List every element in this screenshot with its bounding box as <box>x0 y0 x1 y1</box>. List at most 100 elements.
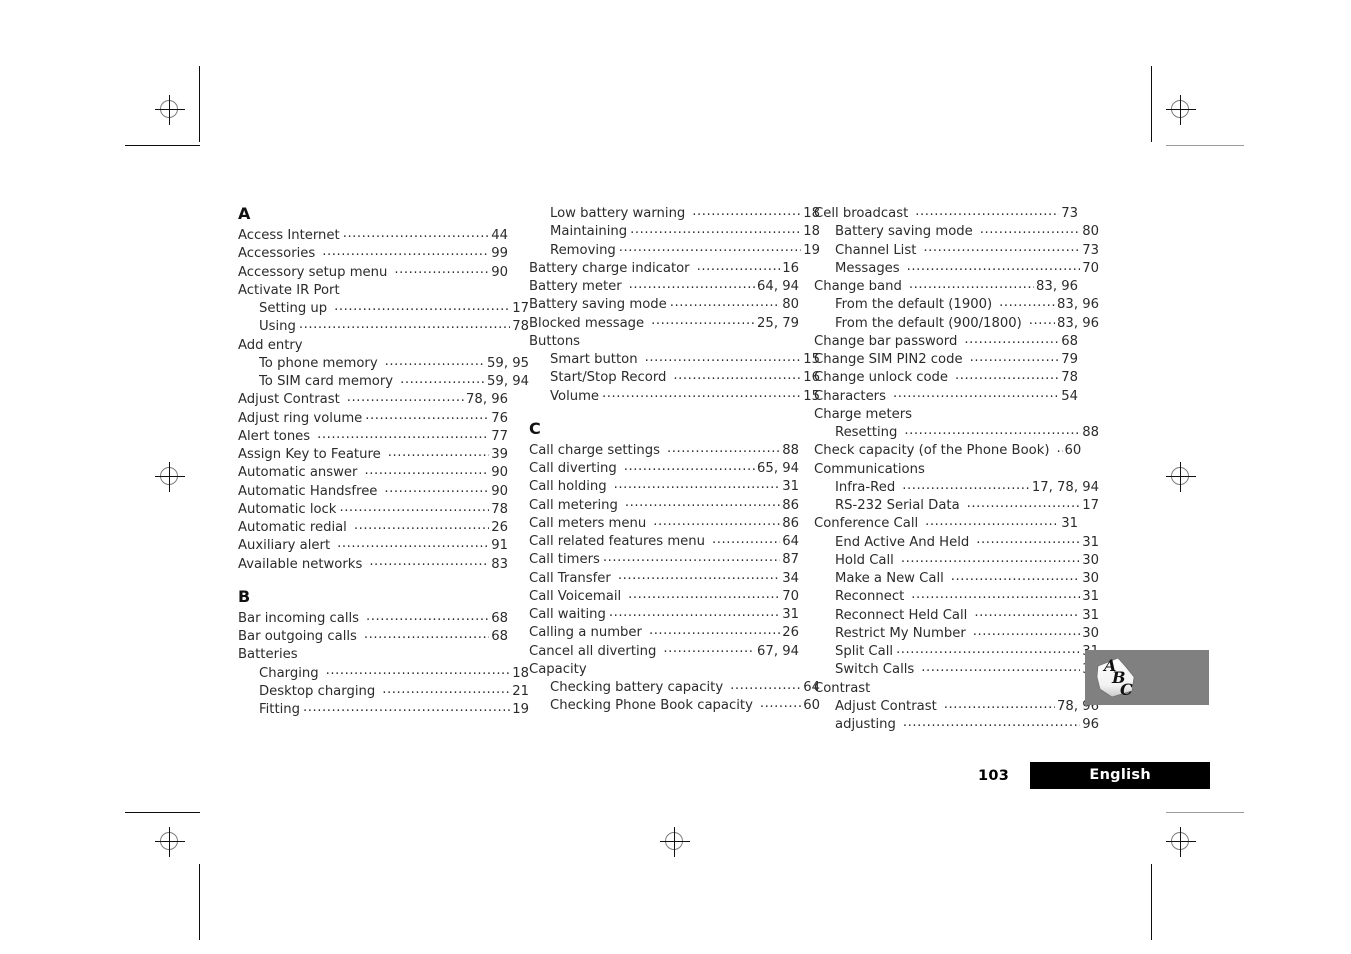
index-entry[interactable]: Battery saving mode 80 <box>814 223 1099 241</box>
index-entry[interactable]: Characters 54 <box>814 388 1078 406</box>
dot-leader <box>667 444 780 454</box>
index-entry[interactable]: Call metering 86 <box>529 497 799 515</box>
index-entry[interactable]: Resetting 88 <box>814 424 1099 442</box>
index-entry[interactable]: Maintaining18 <box>529 223 820 241</box>
index-entry[interactable]: Battery charge indicator 16 <box>529 260 799 278</box>
index-entry[interactable]: From the default (900/1800) 83, 96 <box>814 315 1099 333</box>
dot-leader <box>911 590 1080 600</box>
index-entry[interactable]: Call Voicemail 70 <box>529 588 799 606</box>
index-entry[interactable]: Start/Stop Record16 <box>529 369 820 387</box>
index-entry[interactable]: Communications <box>814 461 1078 479</box>
index-entry[interactable]: Blocked message 25, 79 <box>529 315 799 333</box>
index-entry-pages: 90 <box>491 465 508 481</box>
index-entry[interactable]: Adjust Contrast78, 96 <box>814 698 1099 716</box>
index-entry[interactable]: Automatic redial 26 <box>238 519 508 537</box>
index-entry[interactable]: Setting up 17 <box>238 300 529 318</box>
index-entry[interactable]: Messages 70 <box>814 260 1099 278</box>
index-entry[interactable]: Checking battery capacity64 <box>529 679 820 697</box>
index-entry[interactable]: Calling a number 26 <box>529 624 799 642</box>
index-entry[interactable]: Call Transfer 34 <box>529 570 799 588</box>
index-entry[interactable]: End Active And Held 31 <box>814 534 1099 552</box>
index-entry[interactable]: Hold Call 30 <box>814 552 1099 570</box>
dot-leader <box>619 244 801 254</box>
index-entry[interactable]: Bar incoming calls 68 <box>238 610 508 628</box>
index-entry[interactable]: Add entry <box>238 337 508 355</box>
index-entry[interactable]: Change bar password 68 <box>814 333 1078 351</box>
dot-leader <box>326 667 511 677</box>
index-entry[interactable]: Alert tones 77 <box>238 428 508 446</box>
index-entry[interactable]: Desktop charging 21 <box>238 683 529 701</box>
index-entry-label: Adjust Contrast <box>238 392 340 408</box>
index-entry[interactable]: Auxiliary alert 91 <box>238 537 508 555</box>
index-entry[interactable]: Change unlock code 78 <box>814 369 1078 387</box>
index-entry[interactable]: Bar outgoing calls 68 <box>238 628 508 646</box>
index-entry[interactable]: Reconnect Held Call 31 <box>814 607 1099 625</box>
index-entry[interactable]: Change SIM PIN2 code 79 <box>814 351 1078 369</box>
index-entry-label: Desktop charging <box>259 683 376 699</box>
index-entry[interactable]: Fitting 19 <box>238 701 529 719</box>
index-entry[interactable]: Buttons <box>529 333 799 351</box>
index-entry[interactable]: Reconnect 31 <box>814 588 1099 606</box>
index-entry[interactable]: Charging 18 <box>238 665 529 683</box>
index-entry[interactable]: Make a New Call 30 <box>814 570 1099 588</box>
index-entry[interactable]: Cancel all diverting 67, 94 <box>529 643 799 661</box>
index-entry[interactable]: Access Internet 44 <box>238 227 508 245</box>
index-entry[interactable]: Checking Phone Book capacity60 <box>529 697 820 715</box>
index-entry[interactable]: adjusting 96 <box>814 716 1099 734</box>
page-footer: 103 English <box>978 762 1211 789</box>
index-entry[interactable]: Check capacity (of the Phone Book) 60 <box>814 442 1081 460</box>
index-entry[interactable]: Infra-Red 17, 78, 94 <box>814 479 1099 497</box>
index-entry[interactable]: Using 78 <box>238 318 529 336</box>
index-entry[interactable]: Accessories 99 <box>238 245 508 263</box>
index-entry[interactable]: Charge meters <box>814 406 1078 424</box>
index-entry[interactable]: Capacity <box>529 661 799 679</box>
index-entry[interactable]: Channel List 73 <box>814 242 1099 260</box>
dot-leader <box>955 371 1059 381</box>
index-entry[interactable]: Automatic answer 90 <box>238 464 508 482</box>
index-entry[interactable]: RS-232 Serial Data 17 <box>814 497 1099 515</box>
index-entry[interactable]: Split Call31 <box>814 643 1099 661</box>
index-entry[interactable]: Automatic lock 78 <box>238 501 508 519</box>
index-entry[interactable]: Call waiting 31 <box>529 606 799 624</box>
index-entry[interactable]: Switch Calls31 <box>814 661 1099 679</box>
index-entry[interactable]: Volume15 <box>529 388 820 406</box>
index-entry[interactable]: From the default (1900) 83, 96 <box>814 296 1099 314</box>
index-entry[interactable]: Activate IR Port <box>238 282 508 300</box>
index-entry[interactable]: Smart button15 <box>529 351 820 369</box>
index-entry[interactable]: Conference Call 31 <box>814 515 1078 533</box>
dot-leader <box>670 298 780 308</box>
index-entry[interactable]: Adjust ring volume 76 <box>238 410 508 428</box>
index-entry[interactable]: Batteries <box>238 646 508 664</box>
index-entry[interactable]: Cell broadcast 73 <box>814 205 1078 223</box>
index-entry[interactable]: Call related features menu 64 <box>529 533 799 551</box>
index-entry[interactable]: Assign Key to Feature 39 <box>238 446 508 464</box>
index-entry[interactable]: Call charge settings 88 <box>529 442 799 460</box>
dot-leader <box>730 681 801 691</box>
index-entry[interactable]: Call holding 31 <box>529 478 799 496</box>
index-entry[interactable]: Contrast <box>814 680 1078 698</box>
index-entry[interactable]: Available networks 83 <box>238 556 508 574</box>
index-entry[interactable]: Low battery warning18 <box>529 205 820 223</box>
index-entry[interactable]: Call meters menu 86 <box>529 515 799 533</box>
abc-logo-icon: A B C <box>1096 656 1135 699</box>
index-entry[interactable]: Call diverting 65, 94 <box>529 460 799 478</box>
index-entry-pages: 30 <box>1082 571 1099 586</box>
index-entry[interactable]: Adjust Contrast78, 96 <box>238 391 508 409</box>
index-entry-label: Charge meters <box>814 406 913 422</box>
dot-leader <box>369 558 489 568</box>
index-entry[interactable]: To SIM card memory 59, 94 <box>238 373 529 391</box>
index-entry-label: Charging <box>259 665 319 681</box>
index-entry[interactable]: Call timers 87 <box>529 551 799 569</box>
index-entry-label: To phone memory <box>259 355 378 371</box>
index-entry[interactable]: Change band 83, 96 <box>814 278 1078 296</box>
index-entry[interactable]: Accessory setup menu 90 <box>238 264 508 282</box>
index-entry[interactable]: To phone memory 59, 95 <box>238 355 529 373</box>
index-entry[interactable]: Battery meter 64, 94 <box>529 278 799 296</box>
index-entry-label: Checking battery capacity <box>550 680 724 695</box>
index-entry[interactable]: Removing19 <box>529 242 820 260</box>
index-entry[interactable]: Battery saving mode 80 <box>529 296 799 314</box>
index-entry[interactable]: Restrict My Number 30 <box>814 625 1099 643</box>
dot-leader <box>609 608 780 618</box>
index-entry[interactable]: Automatic Handsfree 90 <box>238 483 508 501</box>
index-entry-pages: 16 <box>782 260 799 276</box>
